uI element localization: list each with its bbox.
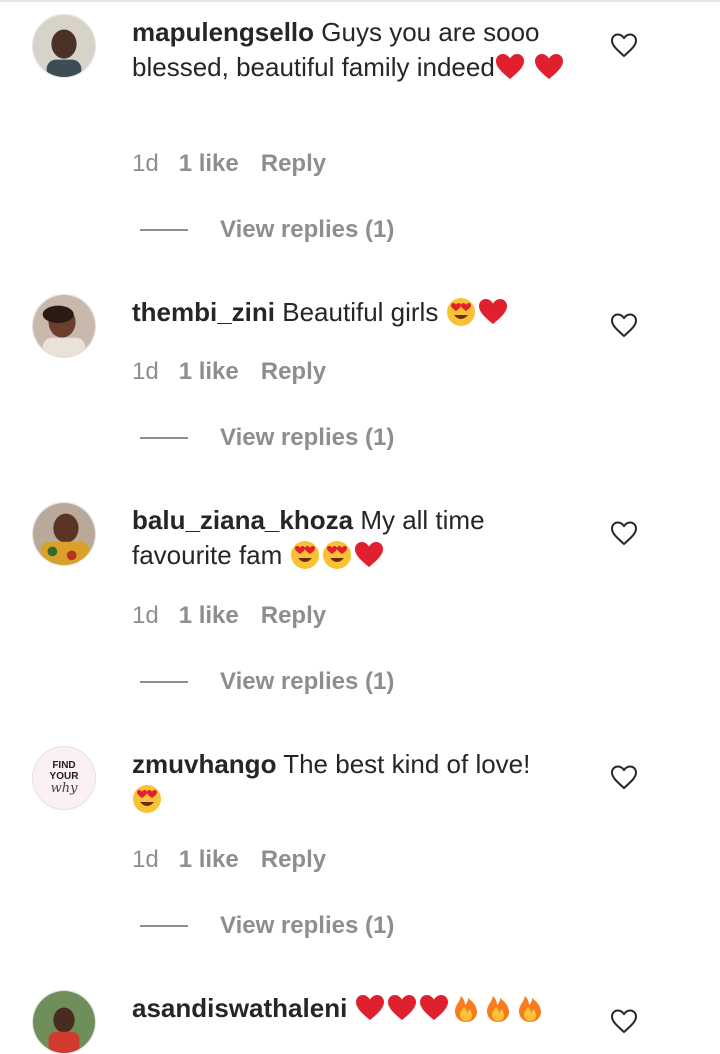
comment-text: zmuvhango The best kind of love! <box>132 747 572 817</box>
view-replies-button[interactable]: View replies (1) <box>140 668 394 696</box>
red-heart-emoji-icon <box>495 54 524 79</box>
comment-meta: 1d 1 like Reply <box>132 602 326 630</box>
comment-text: asandiswathaleni <box>132 991 592 1026</box>
avatar-text-line: FIND <box>52 760 76 771</box>
reply-button[interactable]: Reply <box>261 358 326 385</box>
comment-body: Beautiful girls <box>282 297 439 327</box>
view-replies-label: View replies (1) <box>220 668 395 695</box>
comment-text: balu_ziana_khoza My all time favourite f… <box>132 503 572 573</box>
heart-outline-icon[interactable] <box>610 520 638 546</box>
comment-likes[interactable]: 1 like <box>179 602 239 629</box>
heart-eyes-emoji-icon <box>446 298 475 326</box>
red-heart-emoji-icon <box>535 54 564 79</box>
comment-username[interactable]: asandiswathaleni <box>132 993 347 1023</box>
comment-meta: 1d 1 like Reply <box>132 150 326 178</box>
heart-outline-icon[interactable] <box>610 1008 638 1034</box>
avatar[interactable] <box>32 990 96 1054</box>
avatar[interactable] <box>32 294 96 358</box>
red-heart-emoji-icon <box>354 542 383 567</box>
comment-age: 1d <box>132 602 159 629</box>
comment-likes[interactable]: 1 like <box>179 150 239 177</box>
fire-emoji-icon <box>518 996 541 1022</box>
view-replies-label: View replies (1) <box>220 912 395 939</box>
reply-button[interactable]: Reply <box>261 602 326 629</box>
comment-text: thembi_zini Beautiful girls <box>132 295 572 330</box>
comment-username[interactable]: mapulengsello <box>132 17 314 47</box>
replies-dash <box>140 925 188 927</box>
comment-age: 1d <box>132 846 159 873</box>
reply-button[interactable]: Reply <box>261 846 326 873</box>
view-replies-button[interactable]: View replies (1) <box>140 912 394 940</box>
replies-dash <box>140 229 188 231</box>
red-heart-emoji-icon <box>387 995 416 1020</box>
view-replies-button[interactable]: View replies (1) <box>140 424 394 452</box>
fire-emoji-icon <box>454 996 477 1022</box>
comment-age: 1d <box>132 358 159 385</box>
heart-eyes-emoji-icon <box>322 541 351 569</box>
view-replies-label: View replies (1) <box>220 216 395 243</box>
avatar[interactable] <box>32 14 96 78</box>
avatar[interactable]: FIND YOUR why <box>32 746 96 810</box>
view-replies-button[interactable]: View replies (1) <box>140 216 394 244</box>
comment-username[interactable]: thembi_zini <box>132 297 275 327</box>
comment-meta: 1d 1 like Reply <box>132 846 326 874</box>
avatar-text-line: why <box>50 781 78 796</box>
comment-text: mapulengsello Guys you are sooo blessed,… <box>132 15 572 85</box>
top-divider <box>0 0 720 2</box>
comment-username[interactable]: balu_ziana_khoza <box>132 505 353 535</box>
view-replies-label: View replies (1) <box>220 424 395 451</box>
avatar[interactable] <box>32 502 96 566</box>
comment-body: The best kind of love! <box>283 749 531 779</box>
comment-likes[interactable]: 1 like <box>179 358 239 385</box>
replies-dash <box>140 681 188 683</box>
comment-likes[interactable]: 1 like <box>179 846 239 873</box>
replies-dash <box>140 437 188 439</box>
fire-emoji-icon <box>486 996 509 1022</box>
comment-meta: 1d 1 like Reply <box>132 358 326 386</box>
red-heart-emoji-icon <box>478 299 507 324</box>
comment-username[interactable]: zmuvhango <box>132 749 276 779</box>
heart-eyes-emoji-icon <box>133 785 161 813</box>
comment-age: 1d <box>132 150 159 177</box>
red-heart-emoji-icon <box>355 995 384 1020</box>
heart-outline-icon[interactable] <box>610 312 638 338</box>
heart-outline-icon[interactable] <box>610 32 638 58</box>
heart-outline-icon[interactable] <box>610 764 638 790</box>
reply-button[interactable]: Reply <box>261 150 326 177</box>
heart-eyes-emoji-icon <box>290 541 319 569</box>
red-heart-emoji-icon <box>419 995 448 1020</box>
